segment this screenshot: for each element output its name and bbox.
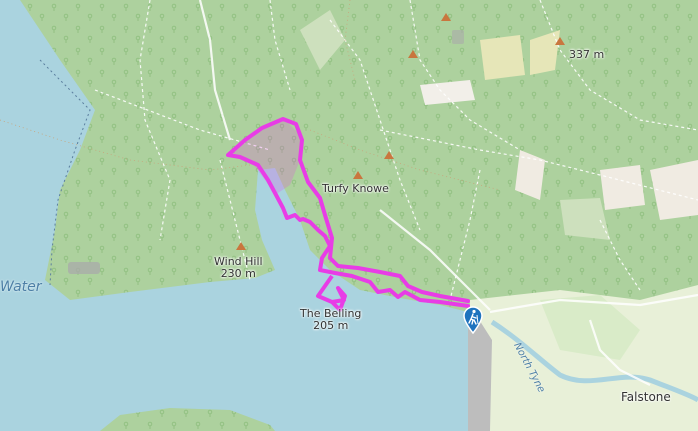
place-falstone[interactable]: Falstone — [621, 391, 671, 403]
place-elevation: 205 m — [313, 319, 349, 332]
place-elevation: 337 m — [569, 48, 605, 61]
place-the-belling[interactable]: The Belling 205 m — [300, 308, 361, 332]
start-marker[interactable] — [462, 306, 484, 335]
place-wind-hill[interactable]: Wind Hill 230 m — [214, 256, 263, 280]
place-elevation: 230 m — [220, 267, 256, 280]
hiker-icon — [463, 306, 483, 335]
place-name: Falstone — [621, 390, 671, 404]
map-tiles — [0, 0, 698, 431]
place-name: Turfy Knowe — [322, 182, 389, 195]
map-canvas[interactable]: Water North Tyne Turfy Knowe Wind Hill 2… — [0, 0, 698, 431]
place-turfy-knowe[interactable]: Turfy Knowe — [322, 183, 389, 195]
water-label: Water — [0, 279, 42, 295]
peak-337[interactable]: 337 m — [569, 49, 604, 61]
